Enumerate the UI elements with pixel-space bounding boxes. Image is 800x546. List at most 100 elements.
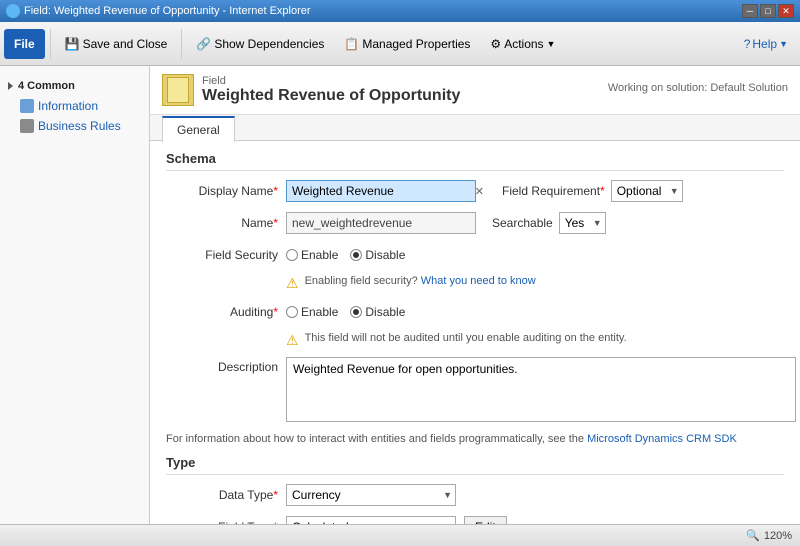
actions-label: Actions — [504, 37, 543, 51]
auditing-label: Auditing* — [166, 305, 286, 319]
auditing-warning-text: This field will not be audited until you… — [305, 332, 627, 344]
tabs-bar: General — [150, 115, 800, 141]
sidebar-common-group: 4 Common Information Business Rules — [0, 74, 149, 138]
field-type-select-wrapper: Calculated — [286, 516, 456, 524]
help-icon: ? — [744, 37, 751, 51]
name-control: Searchable Yes — [286, 212, 784, 234]
zoom-icon: 🔍 — [746, 529, 760, 542]
deps-icon: 🔗 — [196, 37, 211, 51]
help-label: Help — [752, 37, 777, 51]
actions-button[interactable]: ⚙ Actions ▼ — [481, 26, 564, 62]
close-button[interactable]: ✕ — [778, 4, 794, 18]
description-label: Description — [166, 357, 286, 374]
sdk-link[interactable]: Microsoft Dynamics CRM SDK — [587, 433, 737, 445]
schema-section-title: Schema — [166, 151, 784, 171]
common-label: 4 Common — [18, 80, 75, 92]
name-label: Name* — [166, 216, 286, 230]
toolbar-divider-1 — [50, 29, 51, 59]
name-input[interactable] — [286, 212, 476, 234]
field-security-control: Enable Disable — [286, 248, 784, 262]
field-security-enable[interactable]: Enable — [286, 248, 338, 262]
props-icon: 📋 — [344, 37, 359, 51]
info-text-row: For information about how to interact wi… — [166, 433, 784, 445]
window-controls: ─ □ ✕ — [742, 4, 794, 18]
information-icon — [20, 99, 34, 113]
save-close-label: Save and Close — [83, 37, 168, 51]
data-type-select-wrapper: Currency — [286, 484, 456, 506]
data-type-select[interactable]: Currency — [286, 484, 456, 506]
file-button[interactable]: File — [4, 29, 45, 59]
collapse-icon — [8, 82, 13, 90]
auditing-warning-row: ⚠ This field will not be audited until y… — [286, 332, 784, 349]
main-area: 4 Common Information Business Rules Fiel… — [0, 66, 800, 524]
field-security-warning-row: ⚠ Enabling field security? What you need… — [286, 275, 784, 292]
name-row: Name* Searchable Yes — [166, 211, 784, 235]
field-security-label: Field Security — [166, 248, 286, 262]
field-type-control: Calculated Edit — [286, 516, 784, 524]
display-name-control: ✕ Field Requirement* Optional — [286, 180, 784, 202]
header-left: Field Weighted Revenue of Opportunity — [162, 74, 460, 106]
page-icon — [162, 74, 194, 106]
clear-button[interactable]: ✕ — [475, 185, 484, 198]
sidebar-item-information[interactable]: Information — [0, 96, 149, 116]
auditing-disable[interactable]: Disable — [350, 305, 405, 319]
field-type-row: Field Type* Calculated Edit — [166, 515, 784, 524]
field-security-disable[interactable]: Disable — [350, 248, 405, 262]
page-icon-inner — [167, 77, 189, 103]
display-name-label: Display Name* — [166, 184, 286, 198]
maximize-button[interactable]: □ — [760, 4, 776, 18]
tab-general-label: General — [177, 123, 220, 137]
warning-text: Enabling field security? What you need t… — [305, 275, 536, 287]
field-requirement-select[interactable]: Optional — [611, 180, 683, 202]
save-close-button[interactable]: 💾 Save and Close — [56, 26, 177, 62]
sidebar: 4 Common Information Business Rules — [0, 66, 150, 524]
data-type-control: Currency — [286, 484, 784, 506]
help-dropdown-arrow: ▼ — [779, 39, 788, 49]
auditing-control: Enable Disable — [286, 305, 784, 319]
auditing-disable-radio[interactable] — [350, 306, 362, 318]
tab-general[interactable]: General — [162, 116, 235, 142]
managed-props-label: Managed Properties — [362, 37, 470, 51]
auditing-enable-label: Enable — [301, 305, 338, 319]
business-rules-label: Business Rules — [38, 119, 121, 133]
business-rules-icon — [20, 119, 34, 133]
toolbar-divider-2 — [181, 29, 182, 59]
help-button[interactable]: ? Help ▼ — [736, 34, 796, 54]
actions-icon: ⚙ — [490, 37, 501, 51]
content-area: Field Weighted Revenue of Opportunity Wo… — [150, 66, 800, 524]
solution-label: Working on solution: Default Solution — [608, 82, 788, 94]
zoom-level: 120% — [764, 530, 792, 542]
display-name-input[interactable] — [286, 180, 476, 202]
auditing-warning-icon: ⚠ — [286, 332, 299, 349]
data-type-row: Data Type* Currency — [166, 483, 784, 507]
enable-radio[interactable] — [286, 249, 298, 261]
disable-radio[interactable] — [350, 249, 362, 261]
auditing-enable-radio[interactable] — [286, 306, 298, 318]
field-type-select[interactable]: Calculated — [286, 516, 456, 524]
searchable-select[interactable]: Yes — [559, 212, 606, 234]
show-deps-button[interactable]: 🔗 Show Dependencies — [187, 26, 333, 62]
minimize-button[interactable]: ─ — [742, 4, 758, 18]
breadcrumb: Field — [202, 75, 460, 87]
enable-label: Enable — [301, 248, 338, 262]
display-name-row: Display Name* ✕ Field Requirement* Optio — [166, 179, 784, 203]
sidebar-common-header: 4 Common — [0, 76, 149, 96]
security-link[interactable]: What you need to know — [421, 275, 536, 287]
description-row: Description Weighted Revenue for open op… — [166, 357, 784, 425]
display-name-input-wrapper: ✕ — [286, 180, 486, 202]
title-bar-text: Field: Weighted Revenue of Opportunity -… — [24, 5, 311, 17]
sidebar-item-business-rules[interactable]: Business Rules — [0, 116, 149, 136]
breadcrumb-area: Field Weighted Revenue of Opportunity — [202, 75, 460, 105]
field-requirement-select-wrapper: Optional — [611, 180, 683, 202]
toolbar: File 💾 Save and Close 🔗 Show Dependencie… — [0, 22, 800, 66]
save-icon: 💾 — [65, 37, 80, 51]
auditing-row: Auditing* Enable Disable — [166, 300, 784, 324]
managed-props-button[interactable]: 📋 Managed Properties — [335, 26, 479, 62]
auditing-enable[interactable]: Enable — [286, 305, 338, 319]
description-textarea[interactable]: Weighted Revenue for open opportunities. — [286, 357, 796, 422]
title-bar: Field: Weighted Revenue of Opportunity -… — [0, 0, 800, 22]
app-icon — [6, 4, 20, 18]
edit-button[interactable]: Edit — [464, 516, 507, 524]
field-security-row: Field Security Enable Disable — [166, 243, 784, 267]
searchable-label: Searchable — [492, 216, 553, 230]
